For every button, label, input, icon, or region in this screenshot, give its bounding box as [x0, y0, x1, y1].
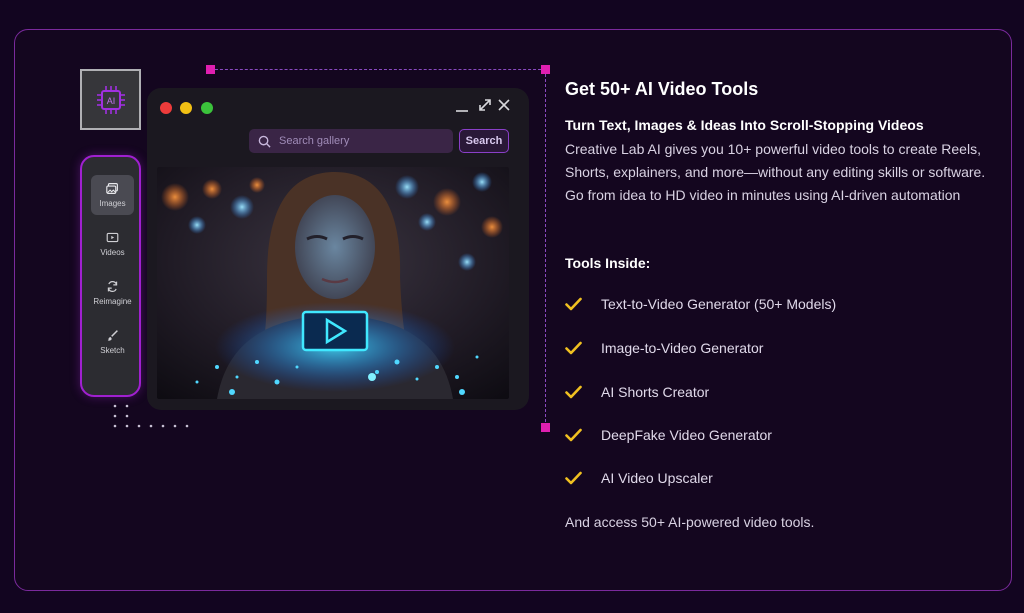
gallery-window: Search gallery Search [147, 88, 529, 410]
minimize-icon[interactable] [455, 100, 469, 114]
sidebar-item-label: Images [99, 199, 126, 208]
search-placeholder: Search gallery [279, 135, 350, 147]
page-title: Get 50+ AI Video Tools [565, 79, 759, 99]
list-item: AI Video Upscaler [565, 470, 713, 486]
check-icon [565, 297, 582, 311]
ai-chip-icon: AI [96, 85, 125, 114]
resize-handle[interactable] [541, 423, 550, 432]
resize-handle[interactable] [541, 65, 550, 74]
images-icon [106, 183, 118, 194]
sidebar-item-label: Reimagine [93, 297, 132, 306]
check-icon [565, 471, 582, 485]
footer-text: And access 50+ AI-powered video tools. [565, 514, 815, 530]
sidebar-item-sketch[interactable]: Sketch [91, 322, 134, 362]
brush-icon [107, 330, 118, 341]
selection-frame-top [210, 69, 546, 70]
subtitle: Turn Text, Images & Ideas Into Scroll-St… [565, 117, 924, 133]
list-item: Image-to-Video Generator [565, 340, 763, 356]
check-icon [565, 385, 582, 399]
close-icon[interactable] [497, 98, 511, 112]
tools-heading: Tools Inside: [565, 255, 651, 271]
refresh-icon [107, 281, 118, 292]
sidebar-item-reimagine[interactable]: Reimagine [91, 273, 134, 313]
ai-chip-tile: AI [80, 69, 141, 130]
hero-image [157, 167, 509, 399]
check-icon [565, 341, 582, 355]
list-item: DeepFake Video Generator [565, 427, 772, 443]
tool-label: AI Shorts Creator [601, 384, 710, 400]
close-dot[interactable] [160, 102, 172, 114]
search-input[interactable]: Search gallery [249, 129, 453, 153]
search-icon [258, 135, 271, 148]
sidebar-item-videos[interactable]: Videos [91, 224, 134, 264]
resize-handle[interactable] [206, 65, 215, 74]
tool-label: DeepFake Video Generator [601, 427, 772, 443]
expand-icon[interactable] [478, 98, 492, 112]
minimize-dot[interactable] [180, 102, 192, 114]
description: Creative Lab AI gives you 10+ powerful v… [565, 141, 986, 203]
svg-text:AI: AI [106, 96, 115, 106]
list-item: AI Shorts Creator [565, 384, 709, 400]
list-item: Text-to-Video Generator (50+ Models) [565, 296, 836, 312]
tool-label: AI Video Upscaler [601, 470, 713, 486]
selection-frame-right [545, 69, 546, 427]
tool-label: Text-to-Video Generator (50+ Models) [601, 296, 837, 312]
tool-label: Image-to-Video Generator [601, 340, 764, 356]
maximize-dot[interactable] [201, 102, 213, 114]
dots-decoration [113, 404, 189, 428]
sidebar-item-label: Sketch [100, 346, 125, 355]
check-icon [565, 428, 582, 442]
search-button[interactable]: Search [459, 129, 509, 153]
video-icon [106, 232, 119, 243]
tool-sidebar: Images Videos Reimagine Sketch [80, 155, 141, 397]
sidebar-item-images[interactable]: Images [91, 175, 134, 215]
sidebar-item-label: Videos [100, 248, 125, 257]
